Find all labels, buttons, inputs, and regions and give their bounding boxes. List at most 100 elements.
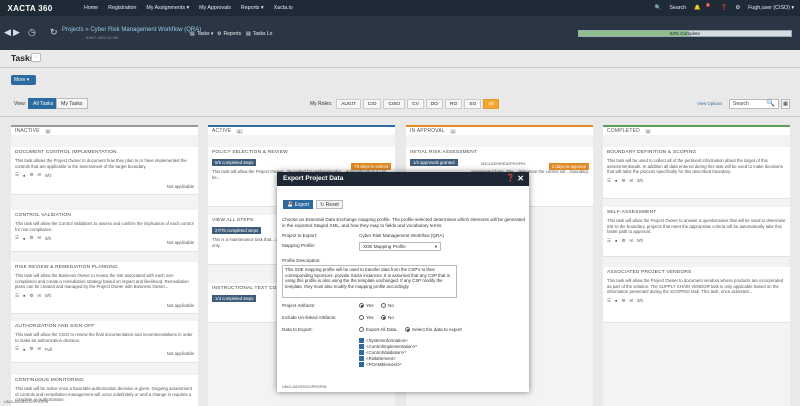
user-menu[interactable]: Fugh,user (CISO) ▾ bbox=[748, 5, 794, 11]
divider bbox=[0, 67, 800, 68]
checkbox-checked bbox=[359, 362, 364, 367]
export-label: Export bbox=[294, 202, 310, 208]
profile-description-textarea[interactable]: This XDE mapping profile will be used to… bbox=[282, 265, 457, 298]
nav-reports[interactable]: Reports ▾ bbox=[241, 5, 264, 11]
tasks-log-button[interactable]: ▤ Tasks Lo bbox=[246, 31, 272, 37]
checkbox-label: <ControlValidation>* bbox=[366, 350, 406, 355]
nav-xacta-io[interactable]: Xacta.io bbox=[274, 5, 293, 11]
xacta-logo[interactable]: XACTA 360 bbox=[0, 0, 60, 16]
back-arrow-icon[interactable]: ◀ bbox=[4, 27, 11, 38]
column-header-inactive: INACTIVE 5 bbox=[11, 125, 198, 135]
view-options-link[interactable]: View Options bbox=[697, 101, 722, 106]
save-icon: 💾 bbox=[287, 202, 294, 208]
select-data-radio[interactable]: Select the data to export bbox=[405, 327, 462, 332]
role-augit[interactable]: AUGIT bbox=[336, 99, 361, 109]
radio-dot bbox=[381, 315, 386, 320]
checkbox-checked bbox=[359, 350, 364, 355]
task-card[interactable]: RISK REVIEW & REMEDIATION PLANNING This … bbox=[11, 262, 198, 314]
card-title: CONTROL VALIDATION bbox=[15, 213, 72, 218]
divider bbox=[0, 116, 800, 117]
column-header-active: ACTIVE 4 bbox=[208, 125, 395, 135]
role-so[interactable]: SO bbox=[464, 99, 482, 109]
people-icon: ● bbox=[22, 346, 26, 352]
people-icon: ● bbox=[614, 298, 618, 304]
nav-my-assignments[interactable]: My Assignments ▾ bbox=[146, 5, 189, 11]
mapping-profile-select[interactable]: XDE Mapping Profile ▾ bbox=[359, 242, 441, 251]
task-card[interactable]: DOCUMENT CONTROL IMPLEMENTATION This tas… bbox=[11, 147, 198, 195]
artifacts-label: Project Artifacts: bbox=[282, 303, 316, 308]
log-icon: ▤ bbox=[246, 31, 251, 37]
artifacts-no-radio[interactable]: No bbox=[381, 303, 394, 308]
checkbox-control-implementation[interactable]: <ControlImplementation>* bbox=[359, 344, 417, 349]
reports-button[interactable]: ⚙ Reports bbox=[217, 31, 241, 37]
nav-home[interactable]: Home bbox=[84, 5, 98, 11]
task-card[interactable]: BOUNDARY DEFINITION & SCOPING This task … bbox=[603, 147, 790, 199]
close-icon[interactable]: ✕ bbox=[517, 172, 524, 186]
chat-icon: ✉ bbox=[629, 297, 633, 303]
artifacts-yes-radio[interactable]: Yes bbox=[359, 303, 374, 308]
gear-icon: ⚙ bbox=[29, 235, 34, 241]
reset-icon: ↻ bbox=[320, 202, 325, 208]
card-title: AUTHORIZATION AND SIGN-OFF bbox=[15, 324, 95, 329]
help-icon[interactable]: ❓ bbox=[721, 5, 728, 11]
page-classification: UNCLASSIFIED//PROPIN bbox=[4, 400, 49, 404]
role-ro[interactable]: RO bbox=[445, 99, 463, 109]
more-button[interactable]: More ▾ bbox=[11, 75, 36, 85]
export-all-radio[interactable]: Export All Data bbox=[359, 327, 396, 332]
role-cio[interactable]: CIO bbox=[362, 99, 382, 109]
unlinked-label: Include Un-linked Artifacts: bbox=[282, 315, 337, 320]
export-button[interactable]: 💾 Export bbox=[283, 200, 314, 209]
card-description: This task will allow the CISO to review … bbox=[15, 332, 193, 343]
grid-view-icon[interactable]: ▦ bbox=[781, 99, 790, 109]
refresh-icon[interactable]: ↻ bbox=[50, 27, 58, 38]
card-status: Not applicable bbox=[166, 303, 194, 308]
nav-registration[interactable]: Registration bbox=[108, 5, 136, 11]
checkbox-risk-element[interactable]: <RiskElement> bbox=[359, 356, 396, 361]
chat-icon: ✉ bbox=[629, 177, 633, 183]
all-tasks-tab[interactable]: All Tasks bbox=[28, 98, 59, 109]
steps-badge: 27/75 completed steps bbox=[212, 227, 262, 234]
checkbox-poam-element[interactable]: <POAMElement>* bbox=[359, 362, 402, 367]
unlinked-no-radio[interactable]: No bbox=[381, 315, 394, 320]
column-title: IN APPROVAL bbox=[410, 128, 445, 134]
checkbox-label: <POAMElement>* bbox=[366, 362, 402, 367]
tasks-log-label: Tasks Lo bbox=[252, 31, 273, 37]
task-card[interactable]: ASSOCIATED PROJECT VENDORS This task wil… bbox=[603, 267, 790, 323]
notifications-icon[interactable]: 🔔 bbox=[694, 5, 701, 11]
column-completed: COMPLETED 5 BOUNDARY DEFINITION & SCOPIN… bbox=[603, 125, 790, 406]
roles-label: My Roles: bbox=[310, 101, 333, 107]
chevron-down-icon: ▾ bbox=[434, 244, 437, 249]
breadcrumb[interactable]: Projects » Cyber Risk Management Workflo… bbox=[62, 27, 201, 33]
role-do[interactable]: DO bbox=[425, 99, 444, 109]
nav-my-approvals[interactable]: My Approvals bbox=[199, 5, 231, 11]
role-cv[interactable]: CV bbox=[407, 99, 424, 109]
role-all[interactable]: All bbox=[483, 99, 499, 109]
forward-arrow-icon[interactable]: ▶ bbox=[13, 27, 20, 38]
column-count: 5 bbox=[44, 128, 52, 134]
column-count: 4 bbox=[236, 128, 243, 134]
task-card[interactable]: AUTHORIZATION AND SIGN-OFF This task wil… bbox=[11, 321, 198, 363]
search-icon[interactable]: 🔍 bbox=[655, 5, 662, 11]
unlinked-yes-radio[interactable]: Yes bbox=[359, 315, 374, 320]
reset-button[interactable]: ↻ Reset bbox=[316, 200, 343, 209]
favorite-icon[interactable]: ♡ bbox=[31, 53, 41, 62]
task-card[interactable]: SELF-ASSESSMENT This task will allow the… bbox=[603, 207, 790, 257]
task-card[interactable]: CONTROL VALIDATION This task will allow … bbox=[11, 210, 198, 252]
tasks-icon: ▤ bbox=[190, 31, 195, 37]
top-search-link[interactable]: Search bbox=[669, 5, 686, 11]
top-right-controls: 🔍 Search 🔔 5 ❓ ⚙ Fugh,user (CISO) ▾ bbox=[655, 0, 794, 16]
select-data-label: Select the data to export bbox=[412, 327, 462, 332]
my-tasks-tab[interactable]: My Tasks bbox=[56, 98, 88, 109]
tasks-menu-button[interactable]: ▤ Tasks ▾ bbox=[190, 31, 213, 37]
search-icon[interactable]: 🔍 bbox=[766, 99, 775, 107]
role-ciso[interactable]: CISO bbox=[383, 99, 406, 109]
card-title: CONTINUOUS MONITORING bbox=[15, 378, 84, 383]
list-icon: ☰ bbox=[15, 292, 19, 298]
help-icon[interactable]: ❓ bbox=[506, 172, 515, 186]
checkbox-system-information[interactable]: <SystemInformation> bbox=[359, 338, 408, 343]
checkbox-control-validation[interactable]: <ControlValidation>* bbox=[359, 350, 406, 355]
settings-icon[interactable]: ⚙ bbox=[735, 5, 740, 11]
history-icon[interactable]: ◷ bbox=[28, 27, 36, 38]
card-count: 0/0 bbox=[44, 235, 51, 241]
card-description: This task will be used to collect all of… bbox=[607, 158, 783, 175]
